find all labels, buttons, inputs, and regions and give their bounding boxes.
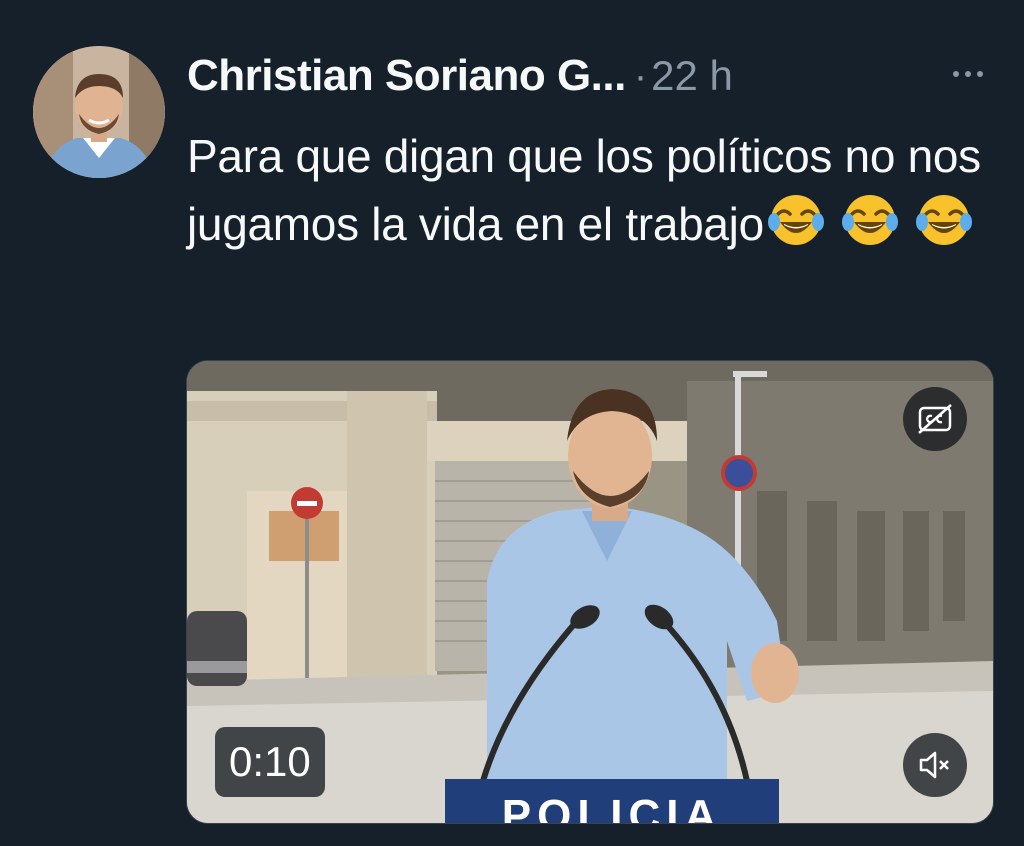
- captions-off-button[interactable]: [903, 387, 967, 451]
- emoji-group: [767, 192, 972, 248]
- author-name[interactable]: Christian Soriano G...: [187, 51, 626, 101]
- tweet-text: Para que digan que los políticos no nos …: [187, 122, 987, 258]
- separator-dot: ·: [633, 53, 648, 98]
- avatar[interactable]: [33, 46, 165, 178]
- volume-muted-icon: [919, 751, 949, 779]
- more-dot: [977, 71, 983, 77]
- captions-off-icon: [918, 404, 952, 434]
- more-dot: [965, 71, 971, 77]
- more-dot: [953, 71, 959, 77]
- tears-of-joy-emoji-icon: [767, 195, 824, 245]
- video-duration: 0:10: [215, 727, 325, 797]
- tears-of-joy-emoji-icon: [841, 195, 898, 245]
- video-player[interactable]: POLICIA 0:10: [186, 360, 994, 824]
- tweet-header: Christian Soriano G... · 22 h: [187, 48, 733, 104]
- tweet[interactable]: Christian Soriano G... · 22 h Para que d…: [0, 0, 1024, 846]
- timestamp[interactable]: 22 h: [651, 52, 733, 100]
- avatar-photo: [33, 46, 165, 178]
- unmute-button[interactable]: [903, 733, 967, 797]
- tears-of-joy-emoji-icon: [915, 195, 972, 245]
- more-options-icon[interactable]: [940, 56, 996, 92]
- podium-sign: POLICIA: [445, 779, 779, 823]
